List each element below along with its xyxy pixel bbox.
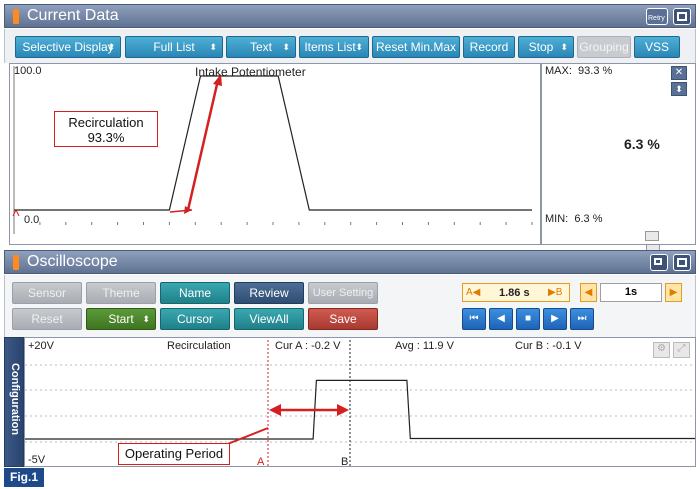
spin-icon: ⬍	[107, 42, 115, 52]
text-label: Text	[249, 40, 272, 54]
marker-b: B	[341, 456, 349, 468]
cursor-button[interactable]: Cursor	[160, 308, 230, 330]
restore-icon	[654, 258, 662, 265]
min-caption: MIN:	[545, 213, 569, 225]
close-icon[interactable]: ✕	[671, 66, 687, 80]
start-button[interactable]: Start ⬍	[86, 308, 156, 330]
oscilloscope-titlebar: Oscilloscope	[4, 250, 696, 274]
stop-label: Stop	[528, 40, 554, 54]
arrowhead-right	[337, 404, 349, 416]
current-data-plot	[12, 66, 533, 234]
save-button[interactable]: Save	[308, 308, 378, 330]
cursor-time-readout: A◀ 1.86 s ▶B	[462, 283, 570, 302]
restore-button[interactable]	[650, 254, 668, 271]
cursor-time: 1.86 s	[499, 287, 530, 299]
retry-label: Retry	[648, 15, 665, 22]
maximize-button[interactable]	[673, 254, 691, 271]
reset-button[interactable]: Reset	[12, 308, 82, 330]
y-min-label: 0.0	[24, 214, 40, 226]
reset-min-max-button[interactable]: Reset Min.Max	[372, 36, 460, 58]
timebase-increase-icon[interactable]: ▶	[665, 283, 682, 302]
spin-icon: ⬍	[209, 42, 217, 52]
sort-icon[interactable]: ⬍	[671, 82, 687, 96]
recirculation-waveform	[25, 379, 695, 440]
record-button[interactable]: Record	[463, 36, 515, 58]
spin-icon: ⬍	[282, 42, 290, 52]
marker-a: A	[257, 456, 265, 468]
maximize-icon	[677, 12, 687, 21]
grouping-button[interactable]: Grouping	[577, 36, 631, 58]
spin-icon: ⬍	[355, 42, 363, 52]
callout-line-2: 93.3%	[87, 130, 125, 145]
sensor-button[interactable]: Sensor	[12, 282, 82, 304]
step-forward-icon[interactable]: ▶	[543, 308, 567, 330]
operating-period-callout: Operating Period	[118, 443, 230, 465]
scope-y-min: -5V	[28, 454, 46, 466]
max-caption: MAX:	[545, 65, 572, 77]
full-list-button[interactable]: Full List ⬍	[125, 36, 223, 58]
title-marker	[13, 255, 19, 270]
vss-button[interactable]: VSS	[634, 36, 680, 58]
stop-button[interactable]: Stop ⬍	[518, 36, 574, 58]
callout-line-1: Recirculation	[68, 115, 144, 130]
skip-start-icon[interactable]: ⏮	[462, 308, 486, 330]
y-max-label: 100.0	[14, 65, 42, 77]
retry-button[interactable]: Retry	[646, 8, 668, 25]
max-label: MAX: 93.3 %	[545, 65, 612, 77]
channel-name: Recirculation	[167, 340, 231, 352]
configuration-label: Configuration	[9, 362, 21, 436]
spin-icon: ⬍	[560, 42, 568, 52]
cursor-a-marker: A◀	[466, 287, 481, 298]
min-label: MIN: 6.3 %	[545, 213, 603, 225]
spin-icon: ⬍	[142, 314, 150, 324]
items-list-label: Items List	[304, 40, 356, 54]
figure-label: Fig.1	[4, 468, 44, 487]
start-label: Start	[108, 312, 134, 326]
current-data-title: Current Data	[27, 7, 119, 24]
arrowhead-left	[269, 404, 281, 416]
stop-icon[interactable]: ■	[516, 308, 540, 330]
recirculation-callout: Recirculation 93.3%	[54, 111, 158, 147]
oscilloscope-title: Oscilloscope	[27, 253, 118, 270]
step-back-icon[interactable]: ◀	[489, 308, 513, 330]
timebase-field[interactable]: 1s	[600, 283, 662, 302]
cursor-a-value: Cur A : -0.2 V	[275, 340, 341, 352]
cursor-b-value: Cur B : -0.1 V	[515, 340, 582, 352]
selective-display-label: Selective Display	[22, 40, 114, 54]
name-button[interactable]: Name	[160, 282, 230, 304]
current-value: 6.3 %	[624, 136, 660, 152]
review-button[interactable]: Review	[234, 282, 304, 304]
theme-button[interactable]: Theme	[86, 282, 156, 304]
items-list-button[interactable]: Items List ⬍	[299, 36, 369, 58]
cursor-b-marker: ▶B	[548, 287, 563, 298]
scope-expand-icon[interactable]: ⤢	[673, 342, 690, 358]
max-value: 93.3 %	[578, 65, 613, 77]
viewall-button[interactable]: ViewAll	[234, 308, 304, 330]
rise-arrow	[186, 79, 220, 211]
selective-display-button[interactable]: Selective Display ⬍	[15, 36, 121, 58]
current-data-graph: 100.0 0.0 Intake Potentiometer	[9, 63, 660, 251]
text-button[interactable]: Text ⬍	[226, 36, 296, 58]
maximize-icon	[677, 258, 687, 267]
maximize-button[interactable]	[673, 8, 691, 25]
skip-end-icon[interactable]: ⏭	[570, 308, 594, 330]
average-value: Avg : 11.9 V	[395, 340, 454, 352]
full-list-label: Full List	[153, 40, 195, 54]
current-data-toolbar: Selective Display ⬍ Full List ⬍ Text ⬍ Item…	[4, 29, 696, 63]
scope-y-max: +20V	[28, 340, 54, 352]
timebase-decrease-icon[interactable]: ◀	[580, 283, 597, 302]
min-value: 6.3 %	[574, 213, 603, 225]
title-marker	[13, 9, 19, 24]
current-data-titlebar: Current Data Retry	[4, 4, 696, 28]
user-setting-button[interactable]: User Setting	[308, 282, 378, 304]
current-data-value-panel: MAX: 93.3 % 6.3 % MIN: 6.3 % ✕ ⬍	[541, 63, 696, 245]
configuration-tab[interactable]: Configuration	[4, 337, 24, 467]
signal-name: Intake Potentiometer	[195, 65, 306, 79]
scope-settings-icon[interactable]: ⚙	[653, 342, 670, 358]
scroll-thumb[interactable]	[645, 231, 659, 241]
